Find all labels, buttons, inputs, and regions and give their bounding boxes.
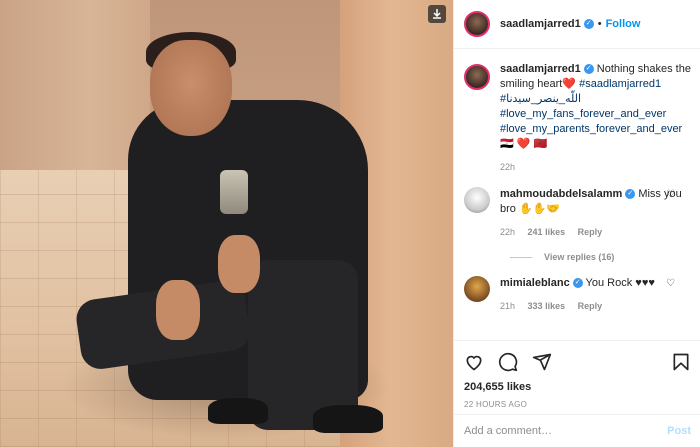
caption-avatar[interactable]: [464, 64, 490, 90]
caption-text: saadlamjarred1 ✓ Nothing shakes the smili…: [500, 62, 691, 175]
verified-badge-icon: ✓: [583, 19, 594, 29]
caption-meta: 22h: [500, 160, 691, 175]
comment-text: mahmoudabdelsalamm ✓ Miss you bro ✋✋🤝 22h…: [500, 187, 691, 240]
likes-count[interactable]: 204,655 likes: [464, 381, 691, 393]
person-hand-right: [218, 235, 260, 293]
commenter-username[interactable]: mimialeblanc: [500, 277, 570, 289]
post-comment-button[interactable]: Post: [667, 425, 691, 437]
comments-list[interactable]: saadlamjarred1 ✓ Nothing shakes the smili…: [454, 50, 700, 338]
comment-row: mahmoudabdelsalamm ✓ Miss you bro ✋✋🤝 22h…: [464, 187, 691, 240]
commenter-username[interactable]: mahmoudabdelsalamm: [500, 188, 622, 200]
view-replies-button[interactable]: View replies (16): [510, 252, 691, 262]
verified-badge-icon: ✓: [625, 189, 636, 200]
download-icon[interactable]: [428, 5, 446, 23]
reply-button[interactable]: Reply: [578, 227, 603, 237]
photo-person: [73, 32, 398, 433]
hashtag[interactable]: #saadlamjarred1: [579, 78, 661, 90]
comment-age[interactable]: 21h: [500, 301, 515, 311]
comment-input[interactable]: [464, 425, 668, 437]
bookmark-icon[interactable]: [671, 352, 691, 372]
person-hand-left: [156, 280, 200, 340]
author-avatar[interactable]: [464, 11, 490, 37]
view-replies-label: View replies (16): [544, 252, 615, 262]
caption-age[interactable]: 22h: [500, 162, 515, 172]
comment-heart-icon[interactable]: ♡: [666, 278, 675, 289]
hashtag[interactable]: #love_my_fans_forever_and_ever: [500, 108, 666, 120]
comment-text: mimialeblanc ✓ You Rock ♥♥♥ 21h 333 likes…: [500, 276, 655, 314]
post-photo[interactable]: [0, 0, 453, 447]
post-sidebar: saadlamjarred1 ✓ • Follow saadlamjarred1…: [453, 0, 700, 447]
post-actions: 204,655 likes 22 HOURS AGO: [454, 340, 700, 409]
person-shoe-left: [208, 398, 268, 424]
comment-likes[interactable]: 241 likes: [528, 227, 566, 237]
post-header: saadlamjarred1 ✓ • Follow: [454, 0, 700, 49]
commenter-avatar[interactable]: [464, 187, 490, 213]
comment-likes[interactable]: 333 likes: [528, 301, 566, 311]
reply-button[interactable]: Reply: [578, 301, 603, 311]
share-icon[interactable]: [532, 352, 552, 372]
person-pendant: [220, 170, 248, 214]
person-head: [150, 40, 232, 136]
action-icons: [464, 347, 691, 377]
hashtag[interactable]: #love_my_parents_forever_and_ever: [500, 123, 682, 135]
caption-row: saadlamjarred1 ✓ Nothing shakes the smili…: [464, 62, 691, 175]
instagram-post: saadlamjarred1 ✓ • Follow saadlamjarred1…: [0, 0, 700, 447]
commenter-avatar[interactable]: [464, 276, 490, 302]
comment-meta: 21h 333 likes Reply: [500, 299, 655, 314]
header-separator: •: [597, 18, 602, 30]
verified-badge-icon: ✓: [572, 278, 583, 289]
caption-flags: 🇪🇬 ❤️ 🇲🇦: [500, 138, 548, 150]
heart-icon[interactable]: [464, 352, 484, 372]
comment-icon[interactable]: [498, 352, 518, 372]
comment-heart-icon[interactable]: ♡: [666, 189, 675, 200]
author-username[interactable]: saadlamjarred1: [500, 18, 581, 30]
person-shoe-right: [313, 405, 383, 433]
comment-composer: Post: [454, 414, 700, 447]
post-timestamp[interactable]: 22 HOURS AGO: [464, 400, 691, 409]
comment-body: You Rock ♥♥♥: [582, 277, 655, 289]
verified-badge-icon: ✓: [583, 64, 594, 75]
comment-row: mimialeblanc ✓ You Rock ♥♥♥ 21h 333 likes…: [464, 276, 691, 314]
comment-meta: 22h 241 likes Reply: [500, 225, 691, 240]
hashtag[interactable]: #اللّه_ينصر_سيدنا: [500, 93, 581, 105]
follow-button[interactable]: Follow: [606, 18, 641, 30]
caption-username[interactable]: saadlamjarred1: [500, 63, 581, 75]
comment-age[interactable]: 22h: [500, 227, 515, 237]
replies-divider: [510, 256, 532, 258]
